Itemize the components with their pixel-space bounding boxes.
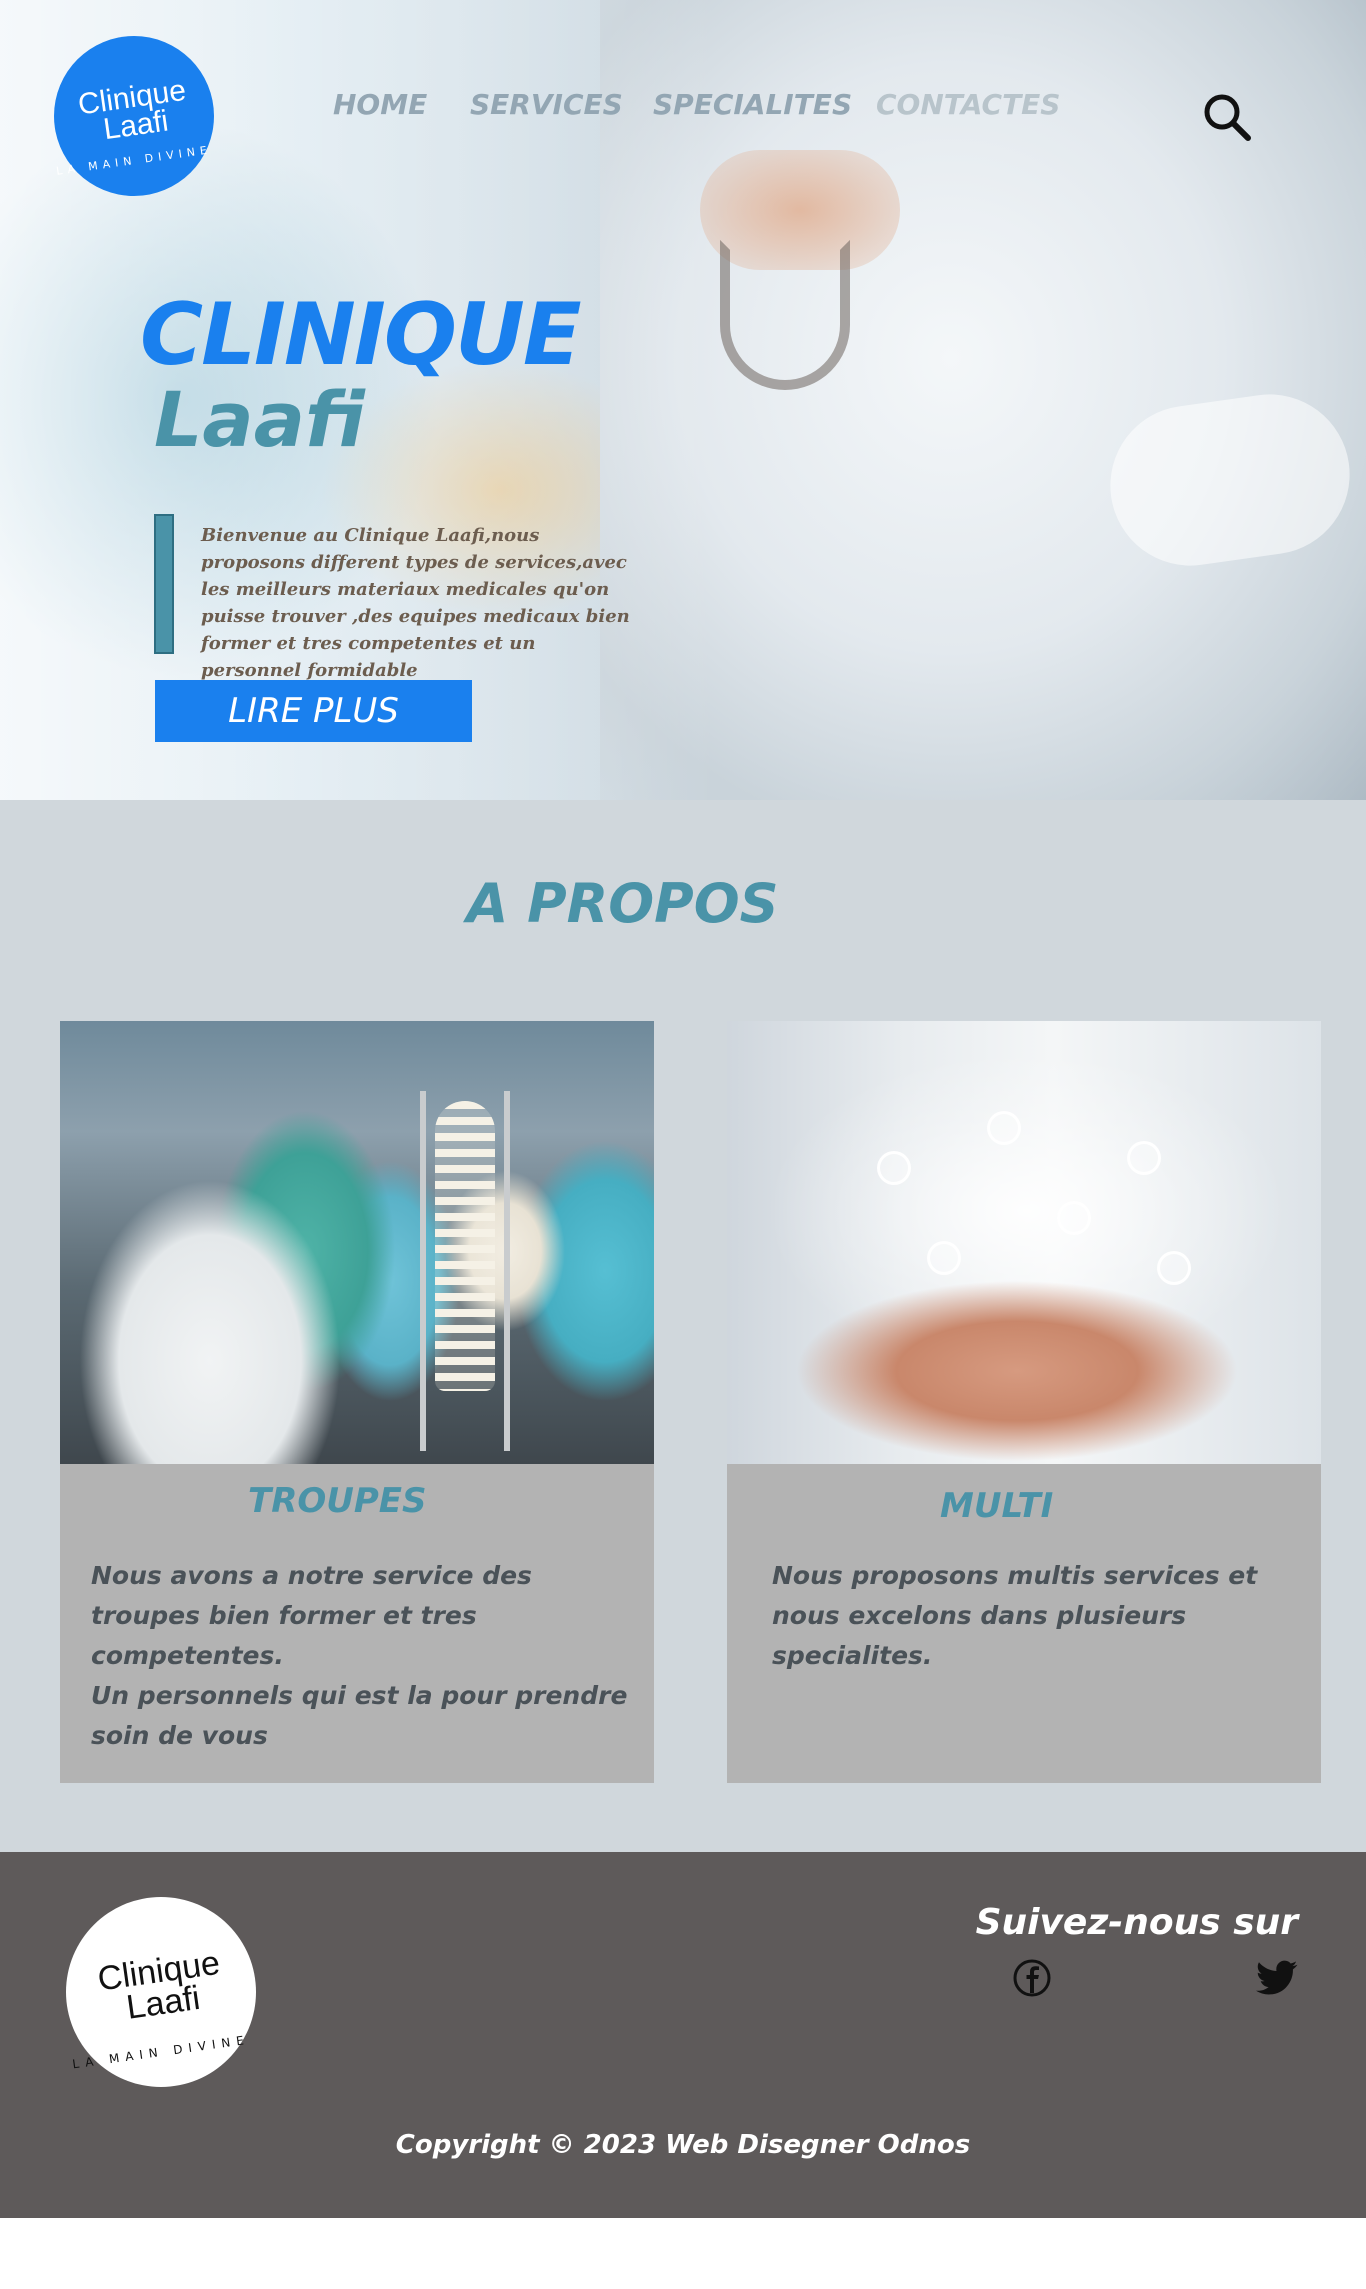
about-title: A PROPOS	[466, 872, 779, 935]
hero-accent-bar	[154, 514, 174, 654]
about-section: A PROPOS TROUPES Nous avons a notre serv…	[0, 800, 1366, 1852]
footer: Clinique Laafi LA MAIN DIVINE Suivez-nou…	[0, 1852, 1366, 2218]
hero-section: Clinique Laafi LA MAIN DIVINE HOME SERVI…	[0, 0, 1366, 800]
footer-logo[interactable]: Clinique Laafi LA MAIN DIVINE	[66, 1897, 256, 2087]
footer-logo-tagline: LA MAIN DIVINE	[71, 2032, 251, 2072]
search-icon[interactable]	[1200, 90, 1256, 146]
footer-logo-text: Clinique Laafi	[62, 1942, 259, 2032]
card-title: TROUPES	[248, 1481, 427, 1521]
copyright-text: Copyright © 2023 Web Disegner Odnos	[395, 2130, 971, 2160]
medical-icon	[1057, 1201, 1091, 1235]
twitter-icon[interactable]	[1256, 1960, 1298, 1996]
stethoscope-image	[720, 240, 850, 390]
medical-icon	[1157, 1251, 1191, 1285]
read-more-button[interactable]: LIRE PLUS	[155, 680, 472, 742]
hero-subtitle: Laafi	[154, 375, 365, 464]
card-multi: MULTI Nous proposons multis services et …	[727, 1021, 1321, 1783]
medical-icon	[877, 1151, 911, 1185]
medical-icon	[927, 1241, 961, 1275]
card-text: Nous proposons multis services et nous e…	[772, 1561, 1258, 1670]
skeleton-model	[435, 1101, 495, 1391]
medical-team-image	[60, 1021, 654, 1464]
medical-icons-hand-image	[727, 1021, 1321, 1464]
logo-tagline: LA MAIN DIVINE	[55, 143, 213, 178]
follow-us-label: Suivez-nous sur	[975, 1902, 1298, 1943]
nav-contacts[interactable]: CONTACTES	[876, 88, 1060, 121]
nav-home[interactable]: HOME	[333, 88, 427, 121]
logo[interactable]: Clinique Laafi LA MAIN DIVINE	[54, 36, 214, 196]
card-text: Nous avons a notre service des troupes b…	[91, 1561, 628, 1750]
facebook-icon[interactable]	[1012, 1958, 1052, 1998]
nav-specialites[interactable]: SPECIALITES	[653, 88, 852, 121]
hero-description: Bienvenue au Clinique Laafi,nous proposo…	[201, 525, 630, 681]
medical-icon	[987, 1111, 1021, 1145]
card-troupes: TROUPES Nous avons a notre service des t…	[60, 1021, 654, 1783]
nav-services[interactable]: SERVICES	[470, 88, 623, 121]
card-title: MULTI	[940, 1486, 1054, 1526]
hero-title: CLINIQUE	[140, 285, 582, 385]
medical-icon	[1127, 1141, 1161, 1175]
logo-text: Clinique Laafi	[51, 73, 217, 151]
